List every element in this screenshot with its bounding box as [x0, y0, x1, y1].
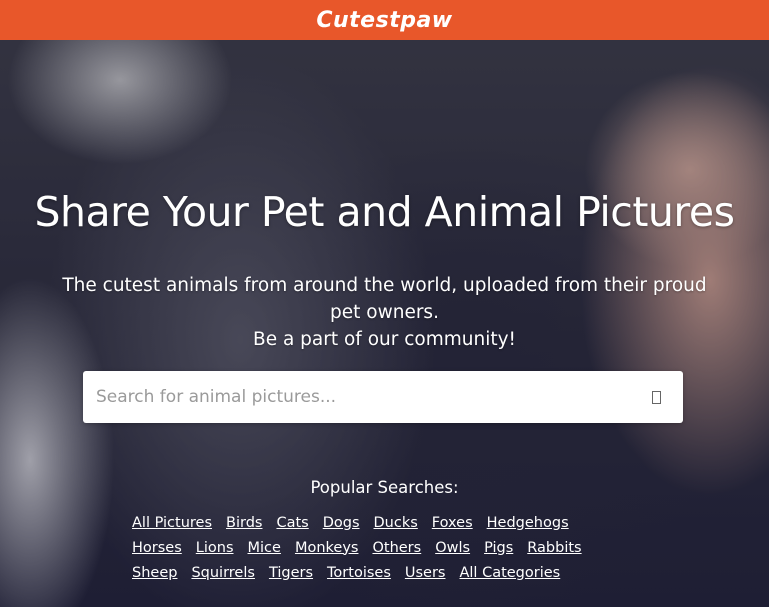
- popular-search-link[interactable]: Foxes: [432, 515, 473, 531]
- popular-searches-title: Popular Searches:: [310, 478, 459, 497]
- popular-search-link[interactable]: All Categories: [459, 565, 560, 581]
- popular-searches-row: Sheep Squirrels Tigers Tortoises Users All Ca…: [132, 560, 652, 585]
- top-bar: Cutestpaw: [0, 0, 769, 40]
- popular-search-link[interactable]: Owls: [435, 540, 470, 556]
- hero-subline-text: The cutest animals from around the world…: [62, 275, 707, 323]
- popular-search-link[interactable]: Mice: [248, 540, 281, 556]
- popular-search-link[interactable]: Rabbits: [527, 540, 581, 556]
- popular-search-link[interactable]: Squirrels: [191, 565, 254, 581]
- hero-section: Share Your Pet and Animal Pictures The c…: [0, 40, 769, 607]
- popular-search-link[interactable]: Others: [372, 540, 421, 556]
- popular-search-link[interactable]: All Pictures: [132, 515, 212, 531]
- site-logo[interactable]: Cutestpaw: [316, 8, 452, 33]
- popular-searches-row: Horses Lions Mice Monkeys Others Owls Pigs Rabb…: [132, 535, 652, 560]
- search-input[interactable]: [83, 371, 629, 423]
- search-bar: [83, 371, 683, 423]
- popular-search-link[interactable]: Lions: [196, 540, 234, 556]
- popular-search-link[interactable]: Horses: [132, 540, 182, 556]
- page: Cutestpaw Share Your Pet and Animal Pict…: [0, 0, 769, 607]
- popular-search-link[interactable]: Users: [405, 565, 446, 581]
- popular-search-link[interactable]: Pigs: [484, 540, 513, 556]
- popular-search-link[interactable]: Tortoises: [327, 565, 391, 581]
- hero-community-text: Be a part of our community!: [253, 329, 516, 350]
- popular-search-link[interactable]: Hedgehogs: [487, 515, 569, 531]
- popular-search-link[interactable]: Ducks: [374, 515, 418, 531]
- popular-search-link[interactable]: Birds: [226, 515, 262, 531]
- search-icon: [651, 390, 661, 404]
- popular-search-link[interactable]: Sheep: [132, 565, 177, 581]
- popular-search-link[interactable]: Tigers: [269, 565, 313, 581]
- search-button[interactable]: [629, 371, 683, 423]
- popular-search-link[interactable]: Cats: [276, 515, 308, 531]
- popular-searches-row: All Pictures Birds Cats Dogs Ducks Foxes Hedge…: [132, 510, 652, 535]
- popular-search-link[interactable]: Monkeys: [295, 540, 359, 556]
- popular-search-link[interactable]: Dogs: [323, 515, 360, 531]
- hero-headline: Share Your Pet and Animal Pictures: [34, 188, 735, 236]
- popular-searches-list: All Pictures Birds Cats Dogs Ducks Foxes Hedge…: [132, 510, 652, 585]
- hero-subline: The cutest animals from around the world…: [40, 272, 729, 353]
